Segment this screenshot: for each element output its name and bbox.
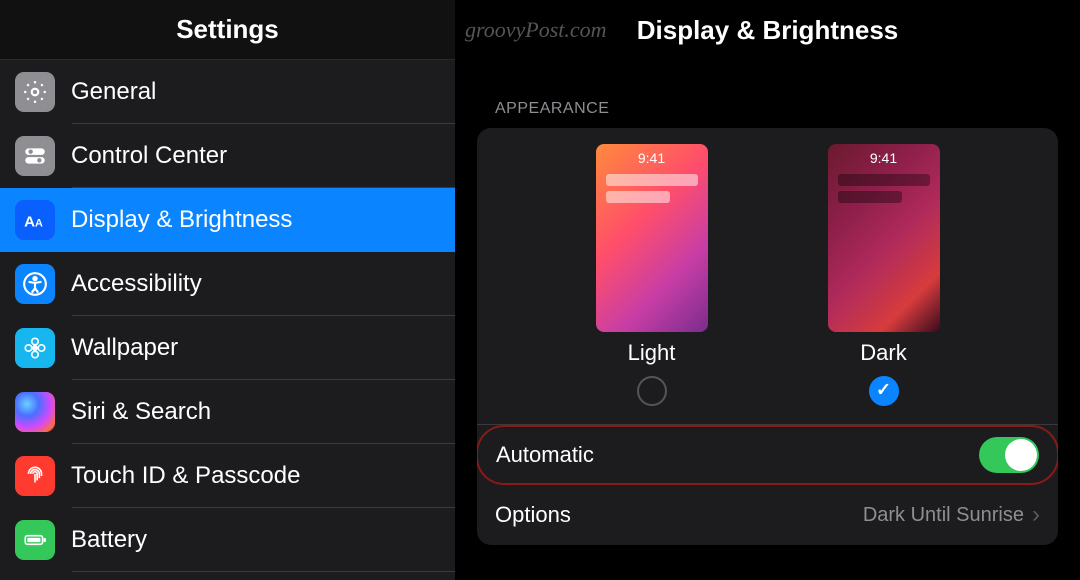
settings-sidebar: Settings General Control Center AA Displ… — [0, 0, 455, 580]
sidebar-item-label: Display & Brightness — [71, 206, 292, 234]
preview-time: 9:41 — [596, 150, 708, 166]
sidebar-item-wallpaper[interactable]: Wallpaper — [0, 316, 455, 380]
watermark-text: groovyPost.com — [465, 17, 607, 43]
light-mode-preview: 9:41 — [596, 144, 708, 332]
chevron-right-icon: › — [1032, 501, 1040, 529]
siri-icon — [15, 392, 55, 432]
sidebar-item-label: General — [71, 78, 156, 106]
sidebar-item-label: Touch ID & Passcode — [71, 462, 300, 490]
sidebar-item-label: Accessibility — [71, 270, 202, 298]
sidebar-item-label: Siri & Search — [71, 398, 211, 426]
appearance-option-label: Dark — [860, 340, 906, 366]
content-header: groovyPost.com Display & Brightness — [455, 0, 1080, 60]
accessibility-icon — [15, 264, 55, 304]
sidebar-title: Settings — [0, 0, 455, 60]
sidebar-item-control-center[interactable]: Control Center — [0, 124, 455, 188]
preview-time: 9:41 — [828, 150, 940, 166]
automatic-row: Automatic — [477, 425, 1058, 485]
battery-icon — [15, 520, 55, 560]
appearance-option-dark[interactable]: 9:41 Dark — [828, 144, 940, 406]
flower-icon — [15, 328, 55, 368]
sidebar-list: General Control Center AA Display & Brig… — [0, 60, 455, 580]
radio-checked-icon[interactable] — [869, 376, 899, 406]
dark-mode-preview: 9:41 — [828, 144, 940, 332]
sidebar-item-general[interactable]: General — [0, 60, 455, 124]
content-pane: groovyPost.com Display & Brightness APPE… — [455, 0, 1080, 580]
fingerprint-icon — [15, 456, 55, 496]
svg-text:A: A — [35, 218, 43, 230]
text-size-icon: AA — [15, 200, 55, 240]
options-value: Dark Until Sunrise › — [863, 501, 1040, 529]
sidebar-item-display-brightness[interactable]: AA Display & Brightness — [0, 188, 455, 252]
appearance-panel: 9:41 Light 9:41 Dark Automatic — [477, 128, 1058, 545]
options-value-text: Dark Until Sunrise — [863, 504, 1024, 527]
svg-text:A: A — [24, 214, 35, 231]
page-title: Display & Brightness — [637, 15, 899, 46]
sidebar-item-battery[interactable]: Battery — [0, 508, 455, 572]
options-label: Options — [495, 502, 571, 528]
sidebar-item-siri-search[interactable]: Siri & Search — [0, 380, 455, 444]
automatic-toggle[interactable] — [979, 437, 1039, 473]
appearance-options: 9:41 Light 9:41 Dark — [477, 128, 1058, 425]
gear-icon — [15, 72, 55, 112]
appearance-option-light[interactable]: 9:41 Light — [596, 144, 708, 406]
toggles-icon — [15, 136, 55, 176]
sidebar-item-touchid-passcode[interactable]: Touch ID & Passcode — [0, 444, 455, 508]
sidebar-item-label: Battery — [71, 526, 147, 554]
appearance-option-label: Light — [628, 340, 676, 366]
automatic-label: Automatic — [496, 442, 594, 468]
sidebar-item-label: Control Center — [71, 142, 227, 170]
sidebar-item-label: Wallpaper — [71, 334, 178, 362]
appearance-section-label: APPEARANCE — [477, 100, 1058, 128]
sidebar-item-accessibility[interactable]: Accessibility — [0, 252, 455, 316]
options-row[interactable]: Options Dark Until Sunrise › — [477, 485, 1058, 545]
radio-unchecked-icon[interactable] — [637, 376, 667, 406]
